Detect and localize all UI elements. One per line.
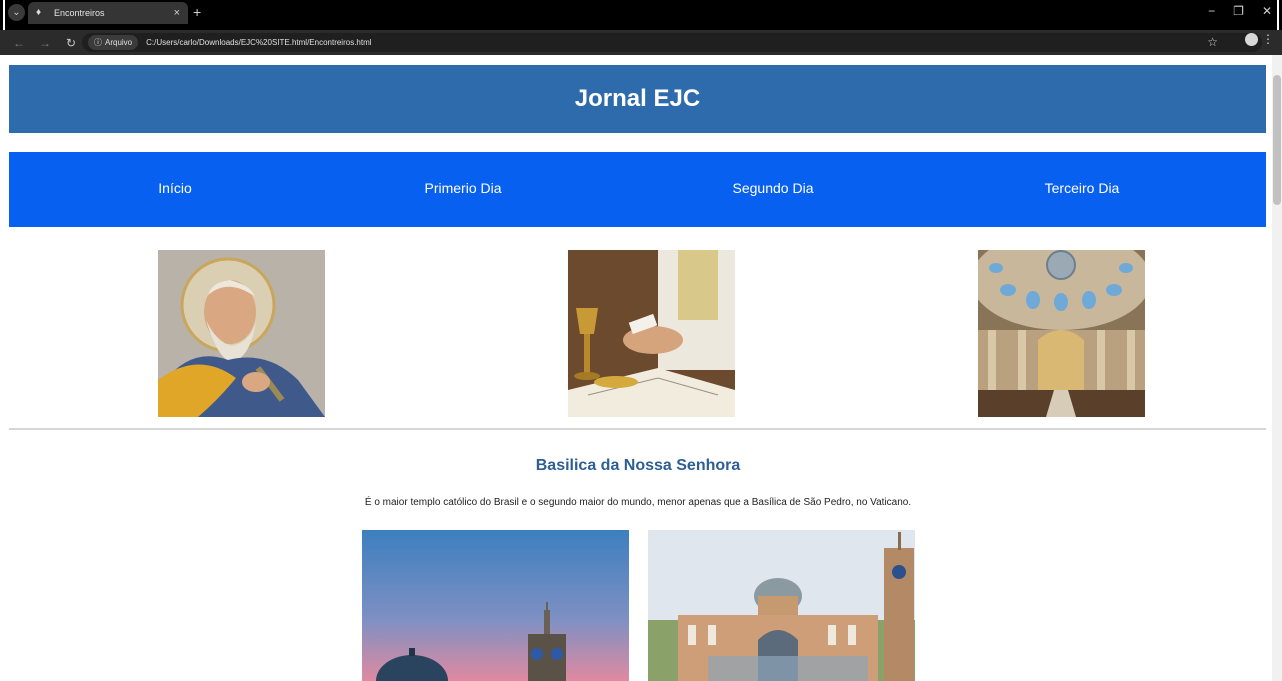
kebab-menu-icon[interactable]: ⋮ (1262, 32, 1274, 46)
nav-link-segundo-dia[interactable]: Segundo Dia (733, 180, 814, 196)
section-divider (9, 428, 1266, 430)
url-text[interactable]: C:/Users/carlo/Downloads/EJC%20SITE.html… (146, 38, 371, 47)
saint-peter-image (158, 250, 325, 417)
church-interior-image (978, 250, 1145, 417)
main-nav: Início Primerio Dia Segundo Dia Terceiro… (9, 152, 1266, 227)
reload-icon[interactable]: ↻ (64, 36, 78, 50)
nav-link-primeiro-dia[interactable]: Primerio Dia (424, 180, 501, 196)
info-icon: ⓘ (94, 38, 102, 47)
close-icon[interactable]: × (174, 7, 180, 19)
restore-button[interactable]: ❐ (1233, 4, 1244, 18)
page-viewport: Jornal EJC Início Primerio Dia Segundo D… (0, 55, 1282, 681)
site-header: Jornal EJC (9, 65, 1266, 133)
basilica-sunset-image (362, 530, 629, 681)
site-title: Jornal EJC (574, 85, 701, 112)
nav-link-terceiro-dia[interactable]: Terceiro Dia (1045, 180, 1120, 196)
nav-link-inicio[interactable]: Início (158, 180, 191, 196)
section-title: Basilica da Nossa Senhora (535, 457, 741, 474)
close-window-button[interactable]: ✕ (1262, 4, 1272, 18)
minimize-button[interactable]: − (1208, 4, 1215, 18)
arrow-left-icon[interactable]: ← (12, 36, 26, 50)
arrow-right-icon[interactable]: → (38, 36, 52, 50)
tab-title: Encontreiros (54, 8, 105, 18)
page-favicon-icon: ♦ (36, 7, 42, 18)
section-description: É o maior templo católico do Brasil e o … (364, 497, 912, 508)
site-info-chip[interactable]: ⓘ Arquivo (88, 35, 139, 50)
communion-chalice-image (568, 250, 735, 417)
page-scrollbar[interactable] (1272, 55, 1282, 681)
chevron-down-icon[interactable]: ⌄ (8, 4, 25, 21)
browser-toolbar: ← → ↻ ⓘ Arquivo C:/Users/carlo/Downloads… (0, 30, 1282, 55)
site-info-label: Arquivo (105, 38, 133, 47)
scrollbar-thumb[interactable] (1273, 75, 1281, 205)
browser-tab[interactable]: ♦ Encontreiros × (28, 2, 188, 24)
new-tab-button[interactable]: + (193, 4, 201, 20)
profile-icon[interactable] (1245, 33, 1258, 46)
star-icon[interactable]: ☆ (1207, 35, 1218, 49)
basilica-day-image (648, 530, 915, 681)
window-controls: − ❐ ✕ (1208, 4, 1272, 18)
address-bar[interactable]: ⓘ Arquivo C:/Users/carlo/Downloads/EJC%2… (82, 33, 1262, 52)
tab-strip: ⌄ ♦ Encontreiros × + − ❐ ✕ (0, 0, 1282, 30)
